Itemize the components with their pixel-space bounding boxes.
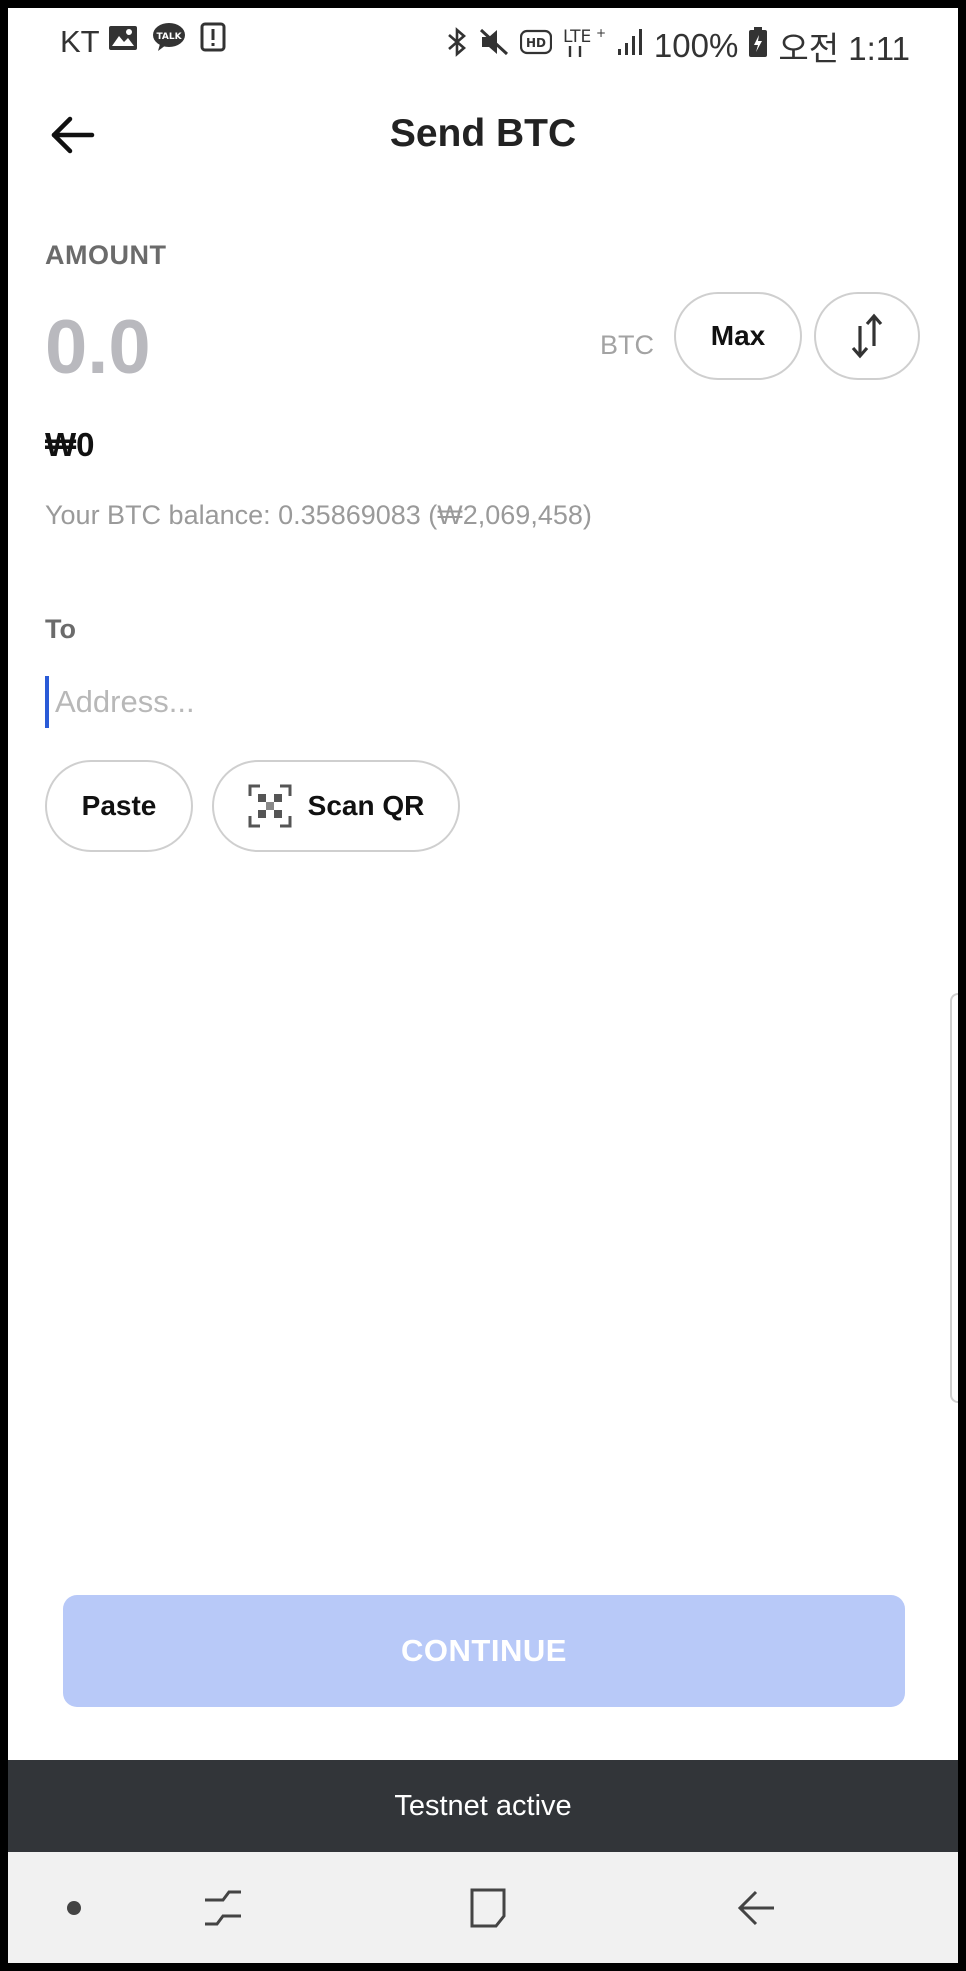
paste-label: Paste bbox=[81, 790, 157, 821]
continue-button[interactable]: CONTINUE bbox=[63, 1595, 905, 1707]
testnet-banner-text: Testnet active bbox=[394, 1789, 572, 1822]
qr-scan-icon bbox=[248, 784, 292, 828]
home-button[interactable] bbox=[458, 1878, 518, 1938]
edge-panel-handle[interactable] bbox=[950, 993, 958, 1403]
notification-icons: TALK bbox=[108, 22, 226, 60]
fiat-value: ₩0 bbox=[45, 426, 95, 463]
recents-button[interactable] bbox=[193, 1878, 253, 1938]
alert-icon bbox=[200, 22, 226, 60]
system-nav-bar bbox=[8, 1852, 958, 1963]
talk-icon: TALK bbox=[152, 22, 186, 60]
bluetooth-icon bbox=[446, 26, 468, 66]
max-button[interactable]: Max bbox=[674, 292, 802, 380]
lte-icon: LTE + bbox=[562, 25, 606, 67]
swap-currency-button[interactable] bbox=[814, 292, 920, 380]
carrier-label: KT bbox=[60, 24, 100, 59]
home-icon bbox=[470, 1888, 506, 1928]
gallery-icon bbox=[108, 23, 138, 59]
page-title: Send BTC bbox=[389, 112, 577, 155]
scan-qr-button[interactable]: Scan QR bbox=[212, 760, 460, 852]
amount-label: AMOUNT bbox=[45, 240, 167, 270]
to-label: To bbox=[45, 614, 76, 644]
amount-input[interactable]: 0.0 bbox=[45, 304, 151, 391]
address-input[interactable] bbox=[45, 676, 915, 728]
back-nav-icon bbox=[737, 1890, 774, 1926]
status-bar: KT TALK HD LTE + 100% 오전 1:11 bbox=[8, 8, 958, 76]
recents-icon bbox=[205, 1890, 241, 1926]
testnet-banner: Testnet active bbox=[8, 1760, 958, 1852]
phone-screen: KT TALK HD LTE + 100% 오전 1:11 Send BTC A… bbox=[8, 8, 958, 1963]
svg-text:+: + bbox=[596, 26, 606, 40]
scan-qr-label: Scan QR bbox=[307, 790, 425, 821]
signal-icon bbox=[616, 27, 644, 65]
dot-icon bbox=[67, 1901, 81, 1915]
hd-icon: HD bbox=[519, 28, 553, 64]
svg-text:TALK: TALK bbox=[156, 32, 182, 42]
balance-text: Your BTC balance: 0.35869083 (₩2,069,458… bbox=[45, 500, 592, 530]
clock: 오전 1:11 bbox=[778, 30, 910, 67]
battery-percent: 100% bbox=[653, 27, 739, 64]
back-nav-button[interactable] bbox=[726, 1878, 786, 1938]
app-header: Send BTC bbox=[8, 94, 958, 174]
swap-arrows-icon bbox=[851, 313, 883, 359]
unit-label: BTC bbox=[600, 330, 654, 360]
mute-icon bbox=[478, 26, 510, 66]
svg-text:HD: HD bbox=[526, 36, 546, 50]
nav-dot-button[interactable] bbox=[44, 1878, 104, 1938]
paste-button[interactable]: Paste bbox=[45, 760, 193, 852]
system-icons: HD LTE + 100% 오전 1:11 bbox=[446, 22, 910, 70]
svg-text:LTE: LTE bbox=[563, 27, 591, 47]
battery-icon bbox=[748, 26, 768, 66]
